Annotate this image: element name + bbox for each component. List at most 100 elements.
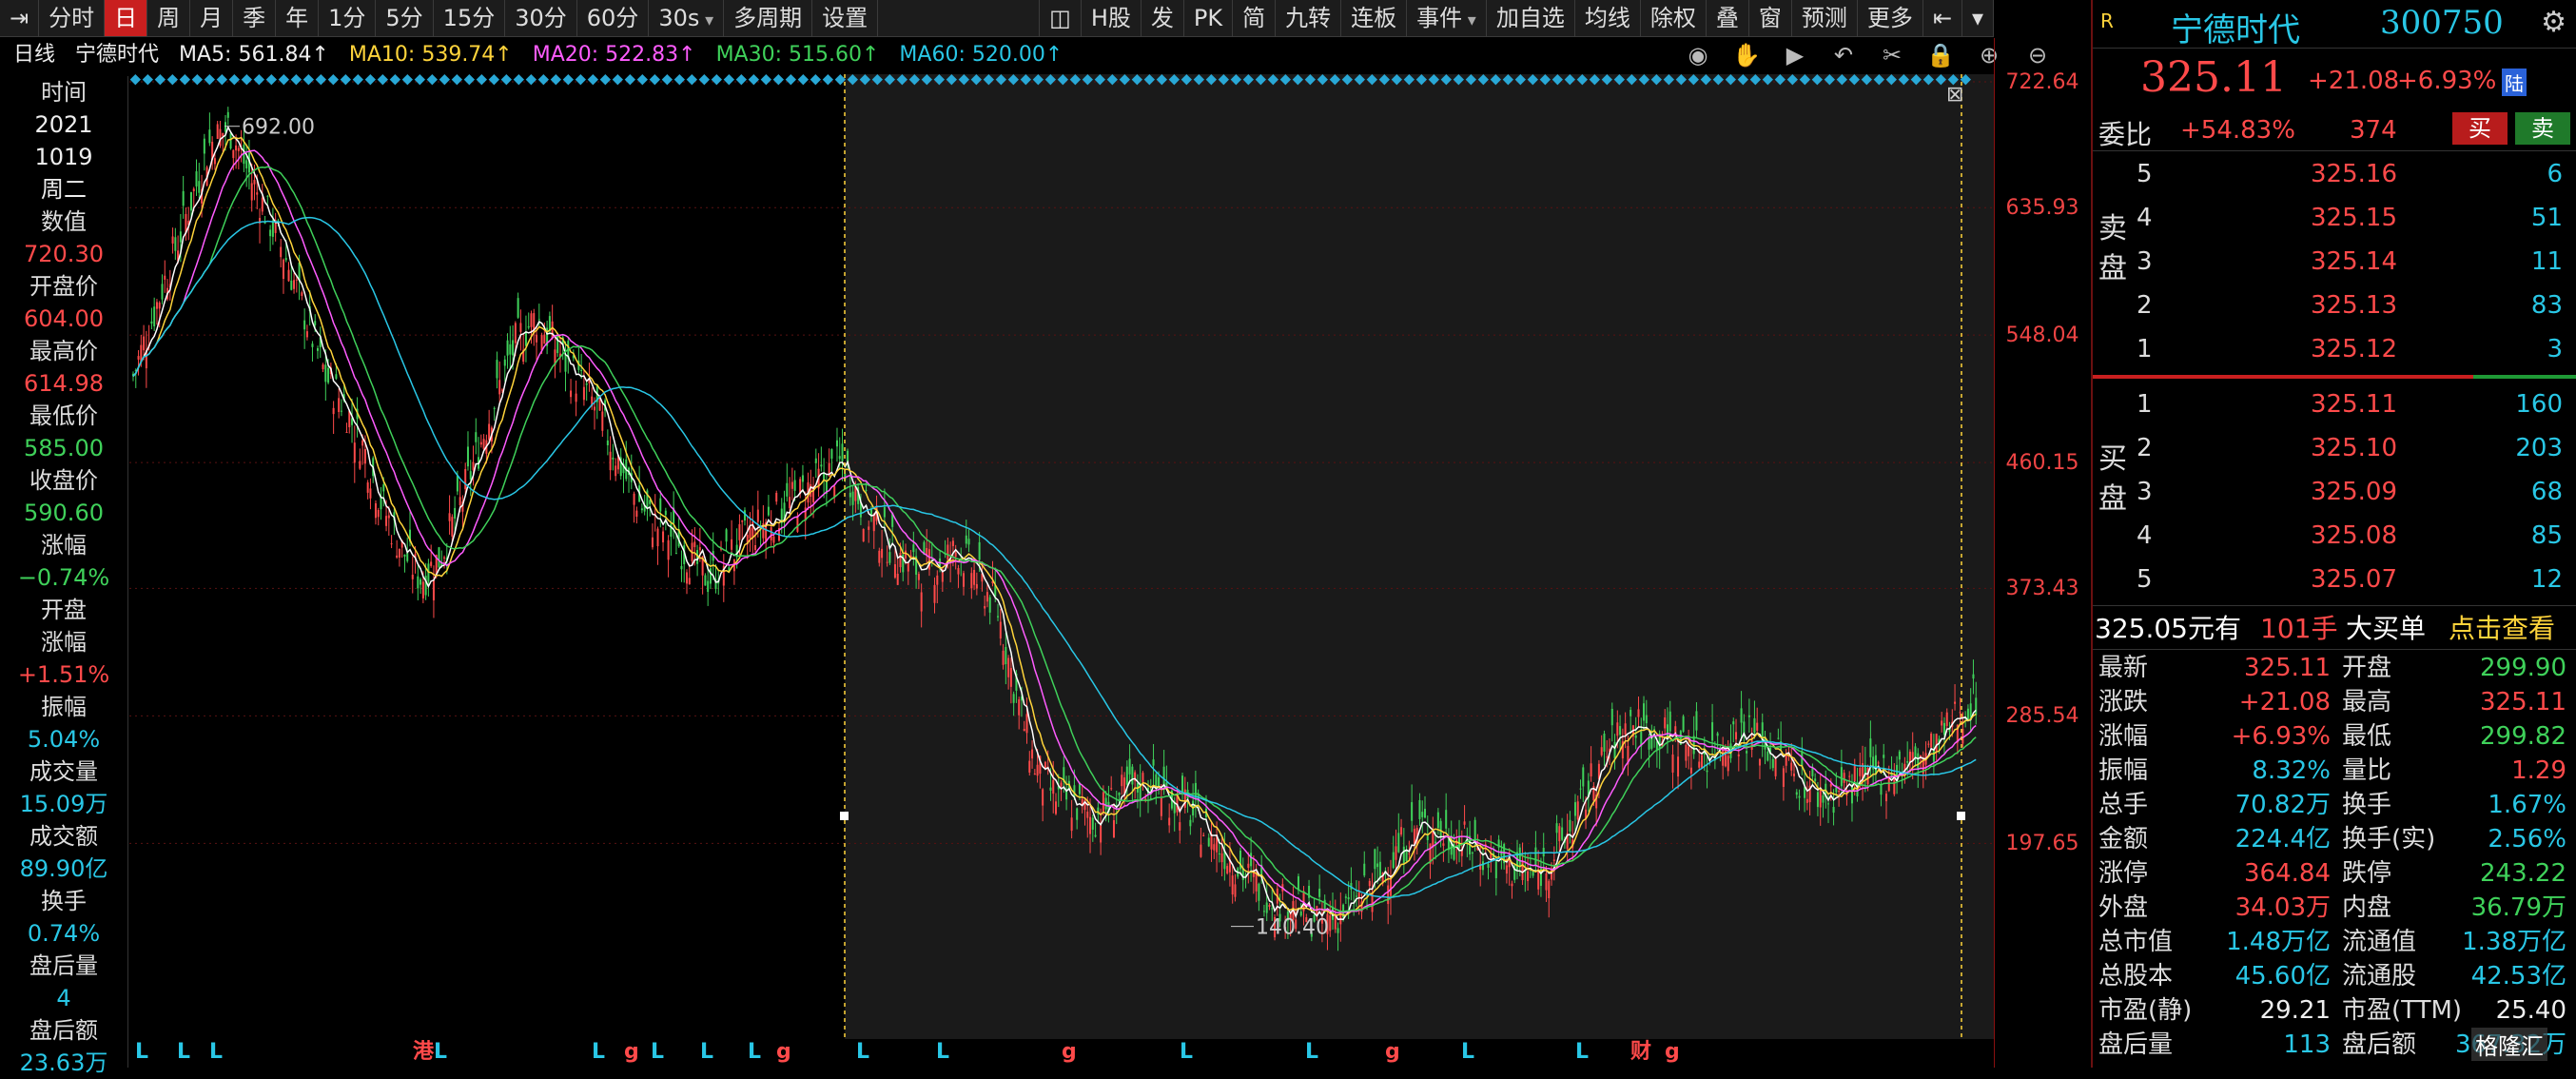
period-tab-4[interactable]: 季 bbox=[233, 0, 277, 36]
period-tab-8[interactable]: 15分 bbox=[434, 0, 506, 36]
period-tab-5[interactable]: 年 bbox=[276, 0, 320, 36]
tool-tab-7[interactable]: 加自选 bbox=[1487, 0, 1575, 36]
period-tab-1[interactable]: 日 bbox=[105, 0, 148, 36]
buy-button[interactable]: 买 bbox=[2452, 112, 2508, 145]
undo-icon[interactable]: ↶ bbox=[1829, 38, 1858, 72]
scissors-icon[interactable]: ✂ bbox=[1878, 38, 1906, 72]
tool-tab-4[interactable]: 九转 bbox=[1276, 0, 1342, 36]
tool-tab-8[interactable]: 均线 bbox=[1575, 0, 1641, 36]
sell-button[interactable]: 卖 bbox=[2515, 112, 2570, 145]
tool-tab-6[interactable]: 事件 bbox=[1407, 0, 1487, 36]
ma30-label[interactable]: MA30: 515.60↑ bbox=[716, 43, 880, 67]
period-tab-11[interactable]: 30s bbox=[649, 0, 725, 36]
bid-level-row[interactable]: 1 325.11 160 bbox=[2093, 383, 2576, 426]
stat-row: 涨幅 +6.93% 最低 299.82 bbox=[2093, 719, 2576, 754]
candle-body bbox=[838, 456, 841, 460]
candle-body bbox=[1756, 722, 1759, 731]
ask-level-row[interactable]: 1 325.12 3 bbox=[2093, 327, 2576, 371]
period-tab-13[interactable]: 设置 bbox=[812, 0, 879, 36]
eye-icon[interactable]: ◉ bbox=[1684, 38, 1712, 72]
stat-row: 振幅 8.32% 量比 1.29 bbox=[2093, 754, 2576, 788]
ma10-label[interactable]: MA10: 539.74↑ bbox=[349, 43, 513, 67]
candle-body bbox=[284, 258, 287, 261]
period-tab-9[interactable]: 30分 bbox=[505, 0, 577, 36]
candle-body bbox=[786, 482, 789, 497]
crosshair-label: 盘后额 bbox=[29, 1017, 98, 1044]
event-flag: g bbox=[776, 1040, 791, 1064]
stat-key: 市盈(静) bbox=[2098, 996, 2193, 1025]
period-tab-0[interactable]: 分时 bbox=[39, 0, 106, 36]
play-icon[interactable]: ▶ bbox=[1781, 38, 1809, 72]
stat-key: 盘后量 bbox=[2098, 1030, 2174, 1059]
tool-tab-11[interactable]: 窗 bbox=[1749, 0, 1792, 36]
tool-tab-10[interactable]: 叠 bbox=[1707, 0, 1749, 36]
candle-body bbox=[1091, 817, 1094, 830]
expand-icon[interactable]: ⇤ bbox=[1923, 0, 1962, 36]
lock-icon[interactable]: 🔒 bbox=[1926, 38, 1955, 72]
candle-body bbox=[594, 406, 595, 411]
ask-level-row[interactable]: 4 325.15 51 bbox=[2093, 196, 2576, 240]
period-tab-12[interactable]: 多周期 bbox=[724, 0, 813, 36]
period-tab-7[interactable]: 5分 bbox=[376, 0, 434, 36]
collapse-icon[interactable]: ⇥ bbox=[0, 0, 40, 36]
ask-level-row[interactable]: 2 325.13 83 bbox=[2093, 284, 2576, 327]
event-flag: L bbox=[1461, 1040, 1474, 1064]
candle-body bbox=[920, 592, 923, 612]
drag-handle bbox=[1957, 812, 1965, 820]
ask-level-row[interactable]: 3 325.14 11 bbox=[2093, 240, 2576, 284]
tool-tab-5[interactable]: 连板 bbox=[1341, 0, 1408, 36]
ma5-label[interactable]: MA5: 561.84↑ bbox=[179, 43, 329, 67]
period-tab-6[interactable]: 1分 bbox=[319, 0, 377, 36]
bid-level-row[interactable]: 2 325.10 203 bbox=[2093, 426, 2576, 470]
period-tab-2[interactable]: 周 bbox=[147, 0, 191, 36]
tool-tab-1[interactable]: 发 bbox=[1142, 0, 1184, 36]
tool-tab-12[interactable]: 预测 bbox=[1792, 0, 1858, 36]
candle-body bbox=[1582, 767, 1585, 787]
candle-body bbox=[862, 528, 865, 542]
ma60-label[interactable]: MA60: 520.00↑ bbox=[899, 43, 1063, 67]
stat-value: 36.79万 bbox=[2470, 893, 2566, 922]
candle-body bbox=[417, 576, 420, 589]
candle-body bbox=[1814, 778, 1817, 781]
candle-body bbox=[1392, 852, 1395, 869]
bid-level-row[interactable]: 4 325.08 85 bbox=[2093, 514, 2576, 558]
candle-body bbox=[1213, 844, 1216, 851]
candle-body bbox=[1829, 783, 1832, 787]
tool-tab-13[interactable]: 更多 bbox=[1858, 0, 1923, 36]
ask-level-row[interactable]: 5 325.16 6 bbox=[2093, 152, 2576, 196]
event-marker bbox=[797, 74, 809, 86]
candle-body bbox=[606, 440, 609, 446]
kline-svg[interactable]: ⊠692.00140.40L L L 港 L Lg L L Lg L Lg L Lg L L 财 g bbox=[129, 74, 1994, 1068]
period-tab-3[interactable]: 月 bbox=[190, 0, 234, 36]
candle-body bbox=[823, 473, 826, 480]
bid-level-row[interactable]: 5 325.07 12 bbox=[2093, 558, 2576, 601]
period-tab-10[interactable]: 60分 bbox=[577, 0, 650, 36]
tool-tab-0[interactable]: H股 bbox=[1082, 0, 1142, 36]
candle-body bbox=[335, 374, 338, 380]
chevron-down-icon[interactable]: ▾ bbox=[1962, 0, 1994, 36]
tool-tab-2[interactable]: PK bbox=[1184, 0, 1234, 36]
tool-tab-3[interactable]: 简 bbox=[1233, 0, 1277, 36]
tool-tab-9[interactable]: 除权 bbox=[1641, 0, 1707, 36]
candle-body bbox=[612, 457, 615, 460]
event-flag: 财 bbox=[1630, 1040, 1651, 1064]
candle-body bbox=[430, 561, 433, 566]
bid-level-row[interactable]: 3 325.09 68 bbox=[2093, 470, 2576, 514]
h-share-icon[interactable]: ◫ bbox=[1039, 0, 1082, 36]
candle-body bbox=[1102, 792, 1104, 812]
period-label[interactable]: 日线 bbox=[13, 43, 55, 67]
candle-body bbox=[1534, 847, 1537, 866]
candle-body bbox=[963, 573, 965, 587]
hand-icon[interactable]: ✋ bbox=[1732, 38, 1761, 72]
candle-body bbox=[1941, 720, 1943, 726]
big-order-link[interactable]: 点击查看 bbox=[2449, 609, 2555, 649]
candle-body bbox=[1843, 773, 1845, 783]
gear-icon[interactable]: ⚙ bbox=[2541, 6, 2566, 39]
event-marker bbox=[599, 74, 611, 86]
stat-row: 涨停 364.84 跌停 243.22 bbox=[2093, 856, 2576, 891]
kline-chart[interactable]: ⊠ 692.00 140.40 L L L 港 L Lg L L Lg L Lg L Lg L L 财 g bbox=[129, 74, 1994, 1068]
ma20-label[interactable]: MA20: 522.83↑ bbox=[533, 43, 696, 67]
candle-body bbox=[975, 583, 978, 589]
candle-body bbox=[1002, 650, 1005, 665]
candle-body bbox=[290, 280, 293, 290]
